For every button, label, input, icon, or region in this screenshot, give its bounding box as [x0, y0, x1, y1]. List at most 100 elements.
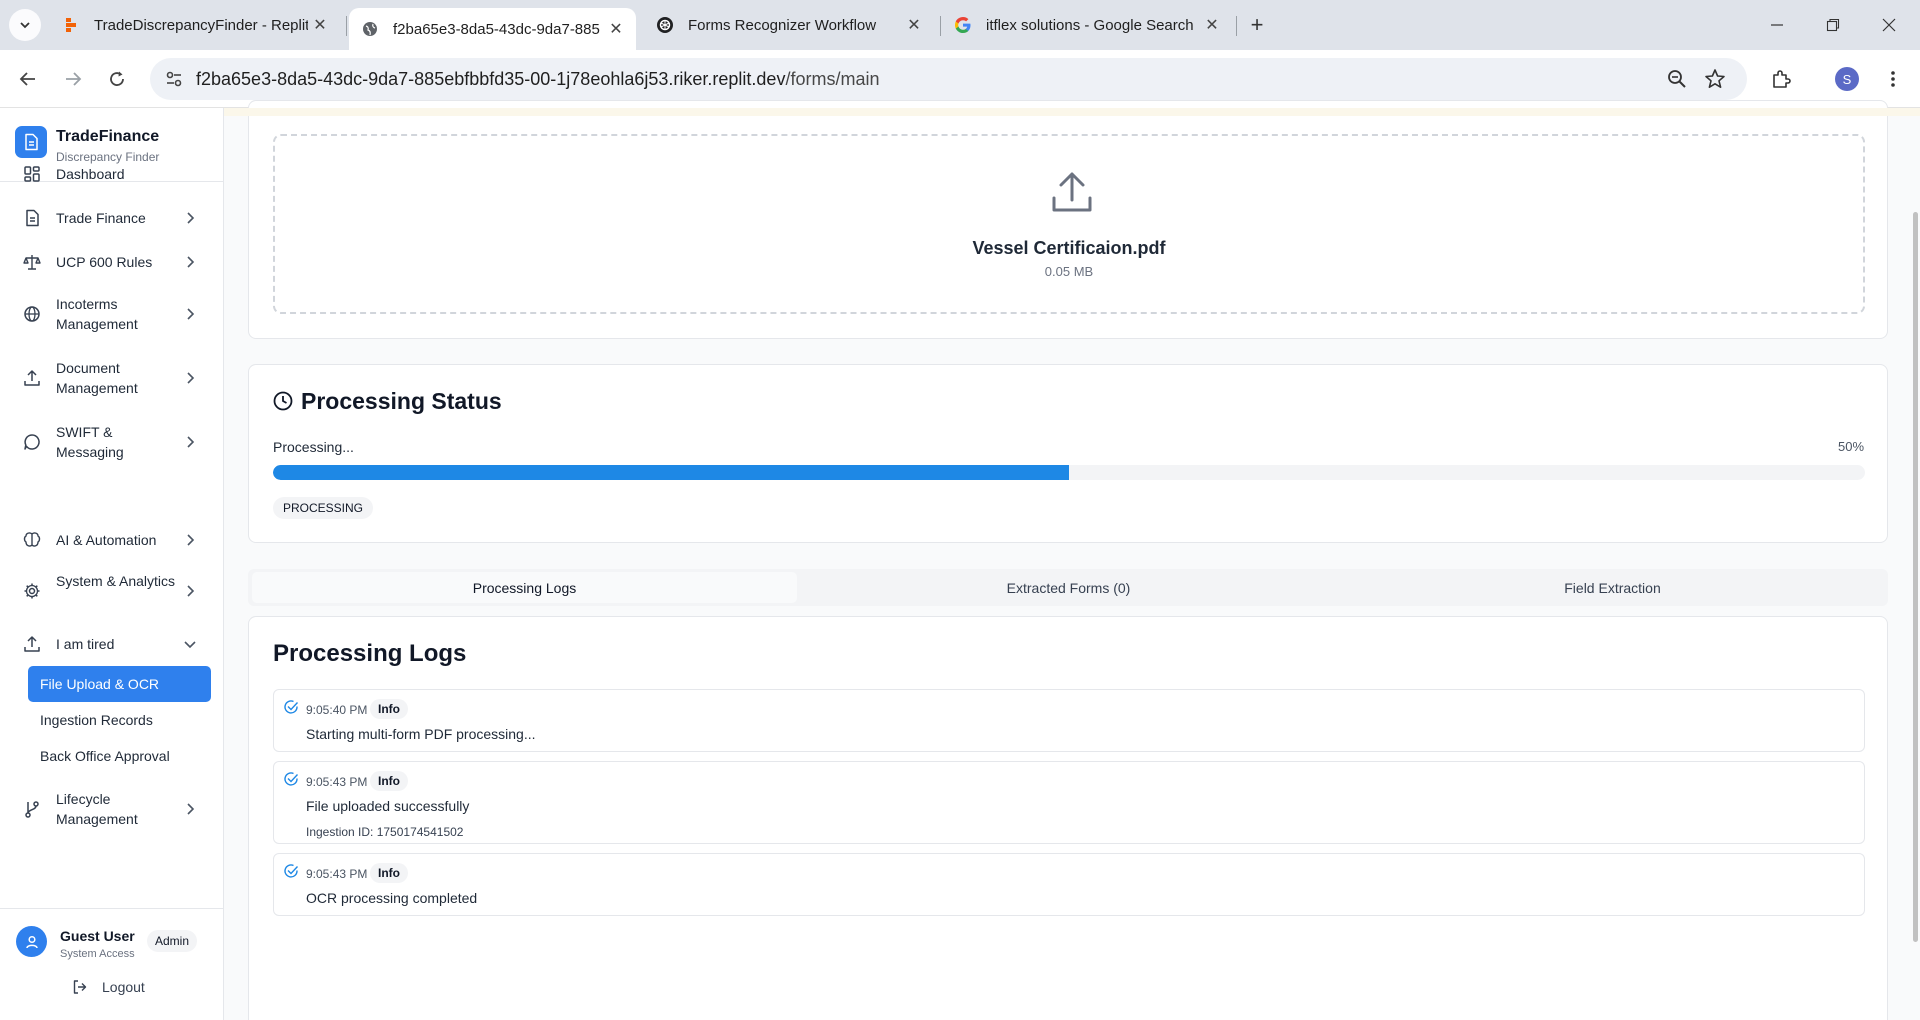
chevron-right-icon	[187, 308, 195, 320]
brand-title: TradeFinance	[56, 128, 160, 145]
log-message: File uploaded successfully	[306, 798, 470, 814]
upload-icon	[22, 634, 42, 654]
kebab-menu-icon	[1891, 71, 1895, 87]
tab-extracted-forms[interactable]: Extracted Forms (0)	[796, 572, 1341, 603]
minimize-icon	[1771, 24, 1783, 26]
sidebar-item-dashboard[interactable]: Dashboard	[12, 160, 212, 188]
user-avatar-icon[interactable]	[16, 926, 47, 957]
sidebar-item-label: Trade Finance	[56, 210, 146, 226]
sidebar-subitem-file-upload-ocr[interactable]: File Upload & OCR	[28, 666, 211, 702]
sidebar-item-lifecycle-management[interactable]: Lifecycle Management	[12, 787, 212, 831]
log-message: Starting multi-form PDF processing...	[306, 726, 536, 742]
logout-icon	[73, 980, 87, 994]
extensions-button[interactable]	[1764, 62, 1798, 96]
tab-title: TradeDiscrepancyFinder - Replit	[94, 16, 308, 34]
log-message: OCR processing completed	[306, 890, 478, 906]
sidebar-item-label: Lifecycle Management	[56, 791, 138, 827]
chevron-right-icon	[187, 534, 195, 546]
close-tab-icon[interactable]: ✕	[1200, 13, 1224, 37]
git-branch-icon	[22, 799, 42, 819]
sidebar-item-ucp-600-rules[interactable]: UCP 600 Rules	[12, 248, 212, 276]
close-tab-icon[interactable]: ✕	[902, 13, 926, 37]
user-name: Guest User	[60, 928, 135, 944]
tab-processing-logs[interactable]: Processing Logs	[252, 572, 797, 603]
site-settings-icon[interactable]	[164, 69, 184, 89]
log-time: 9:05:43 PM	[306, 775, 368, 789]
sidebar-item-label: I am tired	[56, 636, 115, 652]
sidebar-item-incoterms-management[interactable]: Incoterms Management	[12, 292, 212, 336]
check-circle-icon	[284, 700, 299, 714]
sidebar-subitem-back-office-approval[interactable]: Back Office Approval	[28, 738, 211, 774]
restore-button[interactable]	[1805, 0, 1861, 50]
log-entry: 9:05:43 PM Info OCR processing completed	[273, 853, 1865, 916]
profile-avatar[interactable]: S	[1835, 67, 1859, 91]
upload-icon	[1052, 172, 1092, 212]
sidebar-item-label: Document Management	[56, 360, 138, 396]
user-role: System Access	[60, 948, 135, 960]
arrow-right-icon	[66, 72, 82, 86]
role-badge: Admin	[147, 930, 198, 952]
address-bar[interactable]: f2ba65e3-8da5-43dc-9da7-885ebfbbfd35-00-…	[150, 58, 1747, 100]
sidebar-item-system-analytics[interactable]: System & Analytics	[12, 569, 212, 613]
tab-field-extraction[interactable]: Field Extraction	[1340, 572, 1885, 603]
google-icon	[954, 16, 972, 34]
status-badge: PROCESSING	[273, 497, 374, 519]
tab-search-button[interactable]	[9, 9, 41, 41]
scrolled-header-edge	[224, 108, 1920, 116]
logout-label: Logout	[102, 979, 145, 995]
document-logo-icon	[15, 126, 47, 158]
log-entry: 9:05:43 PM Info File uploaded successful…	[273, 761, 1865, 844]
reload-icon	[110, 71, 124, 86]
log-level-badge: Info	[370, 863, 408, 883]
browser-tab-google[interactable]: itflex solutions - Google Search ✕	[942, 8, 1232, 42]
chevron-right-icon	[187, 803, 195, 815]
close-window-button[interactable]	[1861, 0, 1917, 50]
browser-tab-forms-recognizer[interactable]: Forms Recognizer Workflow ✕	[644, 8, 934, 42]
url-text[interactable]: f2ba65e3-8da5-43dc-9da7-885ebfbbfd35-00-…	[196, 69, 879, 90]
reload-button[interactable]	[100, 62, 134, 96]
close-icon	[1882, 18, 1896, 32]
file-dropzone[interactable]: Vessel Certificaion.pdf 0.05 MB	[273, 134, 1865, 314]
sidebar-subitem-ingestion-records[interactable]: Ingestion Records	[28, 702, 211, 738]
chevron-right-icon	[187, 372, 195, 384]
tab-title: f2ba65e3-8da5-43dc-9da7-885	[393, 20, 600, 38]
check-circle-icon	[284, 864, 299, 878]
close-tab-icon[interactable]: ✕	[604, 17, 628, 41]
log-entry: 9:05:40 PM Info Starting multi-form PDF …	[273, 689, 1865, 752]
logout-button[interactable]: Logout	[72, 979, 145, 995]
uploaded-file-name: Vessel Certificaion.pdf	[972, 238, 1166, 258]
zoom-icon[interactable]	[1666, 68, 1688, 90]
forward-button[interactable]	[56, 62, 90, 96]
results-tabs: Processing Logs Extracted Forms (0) Fiel…	[248, 569, 1888, 606]
chevron-right-icon	[187, 436, 195, 448]
brain-icon	[22, 530, 42, 550]
progress-percent: 50%	[1838, 439, 1865, 454]
tab-title: Forms Recognizer Workflow	[688, 16, 877, 34]
sidebar-item-i-am-tired[interactable]: I am tired	[12, 630, 212, 658]
chevron-down-icon	[20, 22, 30, 29]
browser-tab-replit[interactable]: TradeDiscrepancyFinder - Replit ✕	[50, 8, 340, 42]
url-host: f2ba65e3-8da5-43dc-9da7-885ebfbbfd35-00-…	[196, 69, 786, 89]
back-button[interactable]	[11, 62, 45, 96]
bookmark-star-icon[interactable]	[1704, 68, 1726, 90]
minimize-button[interactable]	[1749, 0, 1805, 50]
sidebar-item-ai-automation[interactable]: AI & Automation	[12, 526, 212, 554]
log-time: 9:05:43 PM	[306, 867, 368, 881]
sidebar-item-label: UCP 600 Rules	[56, 254, 153, 270]
sidebar-item-document-management[interactable]: Document Management	[12, 356, 212, 400]
gear-icon	[22, 581, 42, 601]
dashboard-icon	[22, 164, 42, 184]
chevron-right-icon	[187, 212, 195, 224]
page-scrollbar[interactable]	[1913, 212, 1918, 942]
sidebar-item-label: AI & Automation	[56, 532, 157, 548]
globe-icon	[22, 304, 42, 324]
sidebar-item-trade-finance[interactable]: Trade Finance	[12, 204, 212, 232]
arrow-left-icon	[19, 72, 35, 86]
browser-menu-button[interactable]	[1876, 62, 1910, 96]
browser-tab-active[interactable]: f2ba65e3-8da5-43dc-9da7-885 ✕	[349, 8, 636, 50]
sidebar-item-label: Dashboard	[56, 166, 125, 182]
sidebar-item-swift-messaging[interactable]: SWIFT & Messaging	[12, 420, 212, 464]
new-tab-button[interactable]: +	[1243, 11, 1271, 39]
plus-icon: +	[1250, 12, 1264, 37]
close-tab-icon[interactable]: ✕	[308, 13, 332, 37]
